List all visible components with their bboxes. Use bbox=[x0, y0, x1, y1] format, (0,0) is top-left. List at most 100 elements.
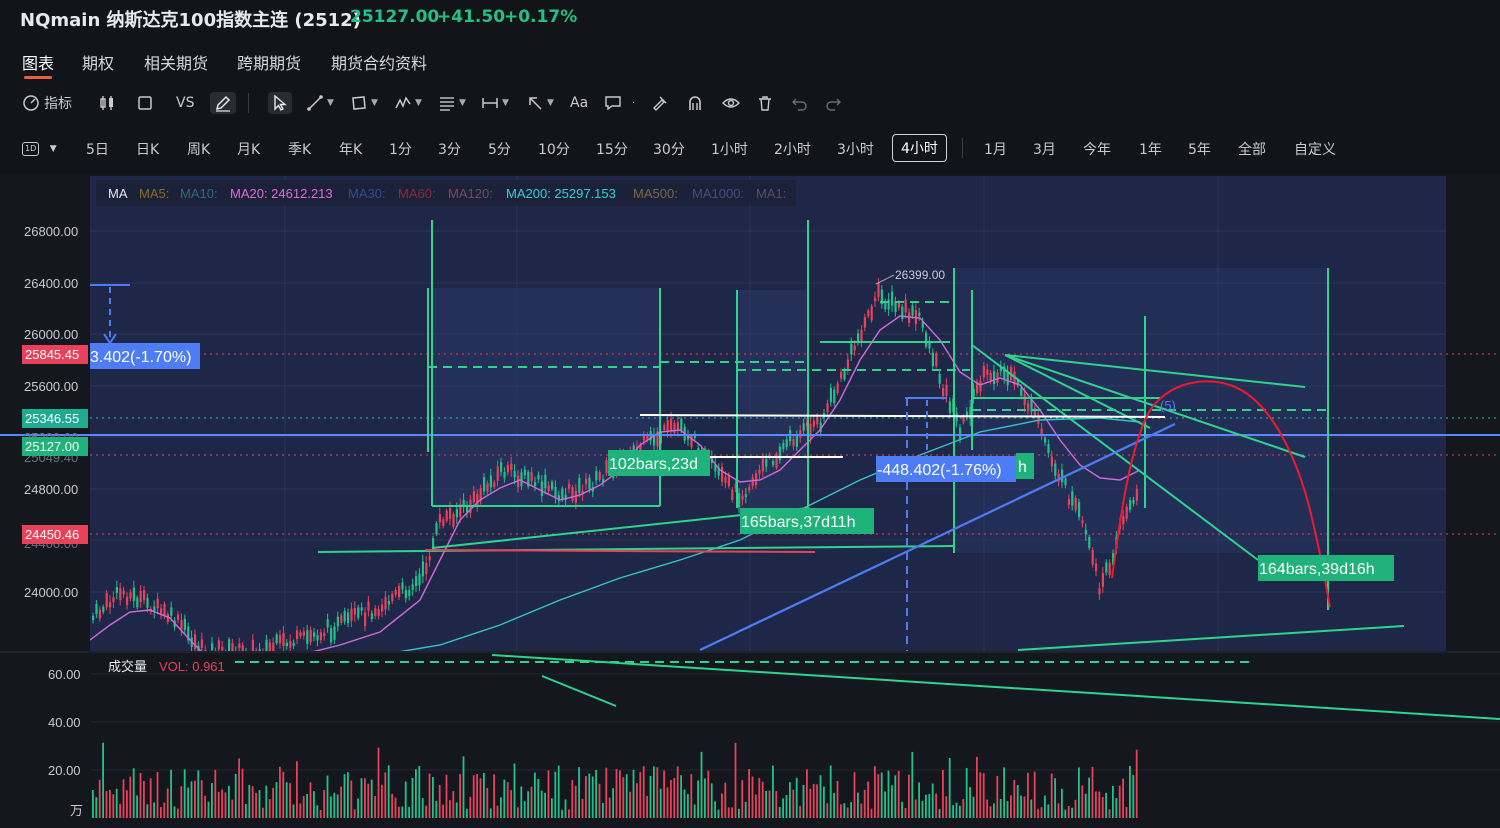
delete-drawings-button[interactable] bbox=[756, 92, 774, 114]
volume-bar bbox=[578, 767, 580, 818]
range-1m[interactable]: 1月 bbox=[984, 139, 1007, 159]
range-3m[interactable]: 3月 bbox=[1033, 139, 1056, 159]
period-selector[interactable]: 1D ▼ bbox=[22, 139, 57, 156]
volume-bar bbox=[721, 793, 723, 818]
volume-bar bbox=[98, 779, 101, 818]
period-yearly[interactable]: 年K bbox=[339, 139, 362, 159]
candle-body bbox=[438, 514, 441, 523]
volume-bar bbox=[415, 769, 417, 818]
trendline-tool[interactable]: ▼ bbox=[306, 92, 334, 114]
candle-style-button[interactable] bbox=[98, 92, 116, 114]
volume-bar bbox=[1030, 799, 1033, 818]
price-tick: 26400.00 bbox=[24, 276, 78, 291]
measure-tool[interactable]: ▼ bbox=[481, 92, 509, 114]
shape-tool[interactable]: ▼ bbox=[350, 92, 378, 114]
candle-body bbox=[1122, 516, 1125, 525]
magnet-icon bbox=[689, 96, 701, 110]
volume-tick: 60.00 bbox=[48, 667, 81, 682]
volume-bar bbox=[377, 747, 380, 818]
period-2h[interactable]: 2小时 bbox=[774, 139, 811, 159]
candle-body bbox=[826, 403, 829, 413]
candle-body bbox=[136, 597, 139, 608]
volume-bar bbox=[513, 763, 516, 818]
volume-bar bbox=[207, 801, 210, 818]
layout-button[interactable] bbox=[137, 92, 153, 114]
main-tabs: 图表 期权 相关期货 跨期期货 期货合约资料 bbox=[0, 48, 1500, 82]
period-4h[interactable]: 4小时 bbox=[892, 134, 947, 162]
tab-contract-info[interactable]: 期货合约资料 bbox=[331, 50, 427, 74]
pattern-tool[interactable]: ▼ bbox=[394, 92, 422, 114]
period-3min[interactable]: 3分 bbox=[438, 139, 461, 159]
volume-bar bbox=[874, 766, 876, 818]
undo-button[interactable] bbox=[790, 92, 808, 114]
volume-bar bbox=[1098, 791, 1101, 818]
period-1min[interactable]: 1分 bbox=[389, 139, 412, 159]
volume-bar bbox=[697, 780, 699, 818]
magnet-tool[interactable] bbox=[686, 92, 704, 114]
volume-bar bbox=[387, 765, 390, 818]
indicators-button[interactable]: 指标 bbox=[22, 92, 72, 114]
candle-body bbox=[935, 353, 938, 367]
volume-bar bbox=[1118, 785, 1121, 818]
period-15min[interactable]: 15分 bbox=[596, 139, 628, 159]
range-all[interactable]: 全部 bbox=[1238, 139, 1266, 159]
volume-bar bbox=[102, 742, 104, 818]
period-daily[interactable]: 日K bbox=[136, 139, 159, 159]
visibility-toggle[interactable] bbox=[721, 92, 741, 114]
tab-spread-futures[interactable]: 跨期期货 bbox=[237, 50, 301, 74]
range-1y[interactable]: 1年 bbox=[1139, 139, 1162, 159]
candle-body bbox=[384, 596, 387, 610]
volume-bar bbox=[534, 772, 536, 818]
tab-chart[interactable]: 图表 bbox=[22, 50, 54, 74]
redo-button[interactable] bbox=[825, 92, 843, 114]
candle-body bbox=[170, 607, 173, 616]
arrow-tool[interactable]: ▼ bbox=[526, 92, 554, 114]
period-monthly[interactable]: 月K bbox=[237, 139, 260, 159]
candle-body bbox=[228, 639, 231, 651]
period-5min[interactable]: 5分 bbox=[488, 139, 511, 159]
volume-bar bbox=[639, 772, 642, 818]
volume-bar bbox=[330, 796, 332, 818]
erase-drawings-tool[interactable] bbox=[650, 92, 668, 114]
price-chart[interactable]: 3.402(-1.70%) 102bars,23d 165bars,37d11h… bbox=[0, 174, 1500, 828]
volume-bar bbox=[1112, 785, 1114, 818]
volume-bar bbox=[1088, 777, 1090, 818]
volume-bar bbox=[561, 809, 563, 818]
current-price-badge: 25127.00 bbox=[25, 439, 79, 454]
period-1h[interactable]: 1小时 bbox=[711, 139, 748, 159]
tab-options[interactable]: 期权 bbox=[82, 50, 114, 74]
volume-bar bbox=[391, 793, 393, 818]
range-5y[interactable]: 5年 bbox=[1188, 139, 1211, 159]
candle-body bbox=[530, 472, 533, 482]
volume-bar bbox=[476, 774, 478, 818]
candle-body bbox=[129, 592, 132, 599]
range-ytd[interactable]: 今年 bbox=[1083, 139, 1111, 159]
volume-bar bbox=[605, 767, 608, 818]
fib-tool[interactable]: ▼ bbox=[438, 92, 466, 114]
candle-body bbox=[1095, 563, 1098, 572]
price-tick: 25600.00 bbox=[24, 379, 78, 394]
text-tool[interactable]: Aa bbox=[570, 92, 588, 114]
cursor-tool[interactable] bbox=[268, 92, 292, 114]
volume-bar bbox=[445, 774, 448, 818]
active-tab-underline bbox=[24, 76, 52, 79]
volume-bar bbox=[200, 780, 203, 818]
period-5d[interactable]: 5日 bbox=[86, 139, 109, 159]
period-weekly[interactable]: 周K bbox=[187, 139, 210, 159]
candle-body bbox=[119, 588, 122, 601]
range-custom[interactable]: 自定义 bbox=[1294, 139, 1336, 159]
period-quarterly[interactable]: 季K bbox=[288, 139, 311, 159]
period-10min[interactable]: 10分 bbox=[538, 139, 570, 159]
comment-tool[interactable] bbox=[604, 92, 622, 114]
period-30min[interactable]: 30分 bbox=[653, 139, 685, 159]
candle-body bbox=[857, 333, 860, 342]
volume-bar bbox=[238, 758, 240, 818]
volume-bar bbox=[343, 774, 346, 818]
tab-related-futures[interactable]: 相关期货 bbox=[144, 50, 208, 74]
candle-body bbox=[568, 483, 571, 489]
volume-bar bbox=[622, 777, 625, 818]
period-3h[interactable]: 3小时 bbox=[837, 139, 874, 159]
candle-body bbox=[306, 630, 309, 644]
compare-button[interactable]: VS bbox=[176, 92, 194, 114]
draw-mode-button[interactable] bbox=[210, 92, 236, 114]
